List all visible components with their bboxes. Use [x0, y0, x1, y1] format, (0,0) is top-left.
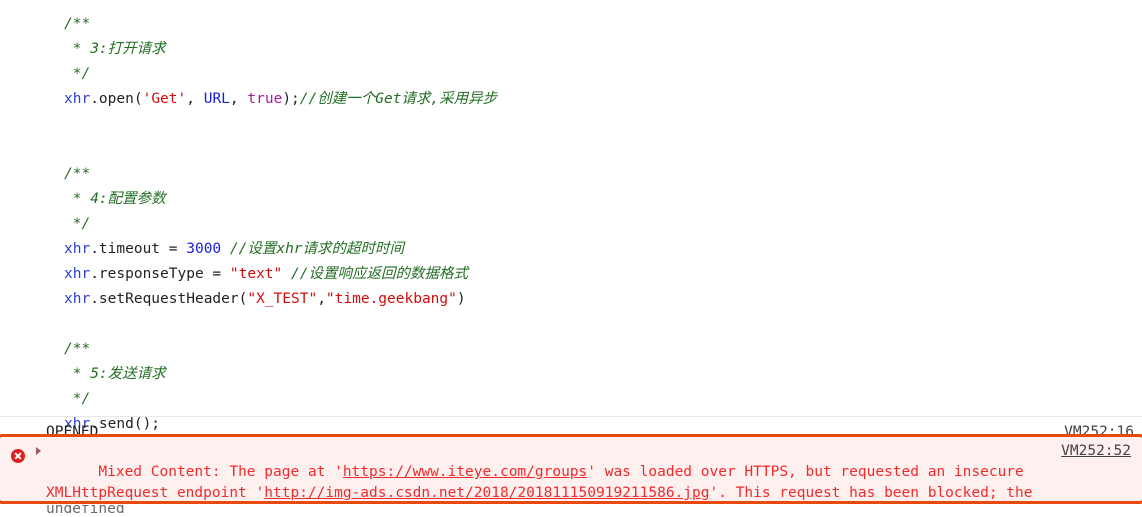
code-token-plain: .open( [90, 91, 143, 107]
code-line: */ [0, 62, 1142, 87]
console-next-line-text: undefined [46, 505, 125, 517]
console-next-line: undefined [0, 505, 1142, 517]
code-token-comment: /** [64, 341, 91, 357]
code-token-comment: //设置xhr请求的超时时间 [229, 241, 405, 257]
code-line: * 5:发送请求 [0, 362, 1142, 387]
code-token-str: 'Get' [142, 91, 187, 107]
code-token-comment: * 4:配置参数 [64, 191, 166, 207]
code-token-comment: /** [64, 166, 91, 182]
error-origin-link[interactable]: https://www.iteye.com/groups [343, 464, 587, 480]
code-token-var: xhr [64, 266, 91, 282]
code-line: /** [0, 162, 1142, 187]
code-token-comment: */ [64, 66, 91, 82]
code-token-comment: //设置响应返回的数据格式 [291, 266, 468, 282]
code-token-var: xhr [64, 91, 91, 107]
error-source-link[interactable]: VM252:52 [1061, 441, 1131, 462]
devtools-console-panel: /** * 3:打开请求 */xhr.open('Get', URL, true… [0, 0, 1142, 517]
code-token-var: xhr [64, 241, 91, 257]
code-token-comment: */ [64, 216, 91, 232]
expand-triangle-icon[interactable] [36, 447, 41, 455]
code-token-plain: .timeout = [90, 241, 187, 257]
code-token-str: "text" [229, 266, 283, 282]
code-line: xhr.responseType = "text" //设置响应返回的数据格式 [0, 262, 1142, 287]
code-token-plain: , [186, 91, 204, 107]
code-line: xhr.open('Get', URL, true);//创建一个Get请求,采… [0, 87, 1142, 112]
code-token-comment: /** [64, 16, 91, 32]
code-token-plain: , [229, 91, 248, 107]
code-token-comment: //创建一个Get请求,采用异步 [299, 91, 498, 107]
code-token-str: "time.geekbang" [325, 291, 457, 307]
error-message-part1: Mixed Content: The page at ' [98, 464, 343, 480]
code-token-comment: * 3:打开请求 [64, 41, 166, 57]
code-line: xhr.setRequestHeader("X_TEST","time.geek… [0, 287, 1142, 312]
code-line: xhr.timeout = 3000 //设置xhr请求的超时时间 [0, 237, 1142, 262]
code-line: */ [0, 387, 1142, 412]
error-circle-x-icon [11, 449, 25, 463]
code-line: */ [0, 212, 1142, 237]
error-message-text: Mixed Content: The page at 'https://www.… [46, 441, 1046, 501]
code-token-var: xhr [64, 291, 91, 307]
code-token-comment: * 5:发送请求 [64, 366, 166, 382]
code-token-str: "X_TEST" [247, 291, 318, 307]
code-line: /** [0, 337, 1142, 362]
code-token-num: 3000 [186, 241, 222, 257]
code-token-kw: true [247, 91, 283, 107]
code-line: /** [0, 12, 1142, 37]
code-token-comment: */ [64, 391, 91, 407]
code-line: * 4:配置参数 [0, 187, 1142, 212]
error-endpoint-link[interactable]: http://img-ads.csdn.net/2018/20181115091… [264, 485, 709, 501]
console-error-message[interactable]: Mixed Content: The page at 'https://www.… [0, 434, 1142, 504]
code-token-plain: .responseType = [90, 266, 230, 282]
code-token-plain: ) [456, 291, 466, 307]
code-token-plain: ); [282, 91, 300, 107]
code-line: * 3:打开请求 [0, 37, 1142, 62]
code-token-plain: , [317, 291, 326, 307]
code-token-ident: URL [203, 91, 230, 107]
code-token-plain: .setRequestHeader( [90, 291, 248, 307]
